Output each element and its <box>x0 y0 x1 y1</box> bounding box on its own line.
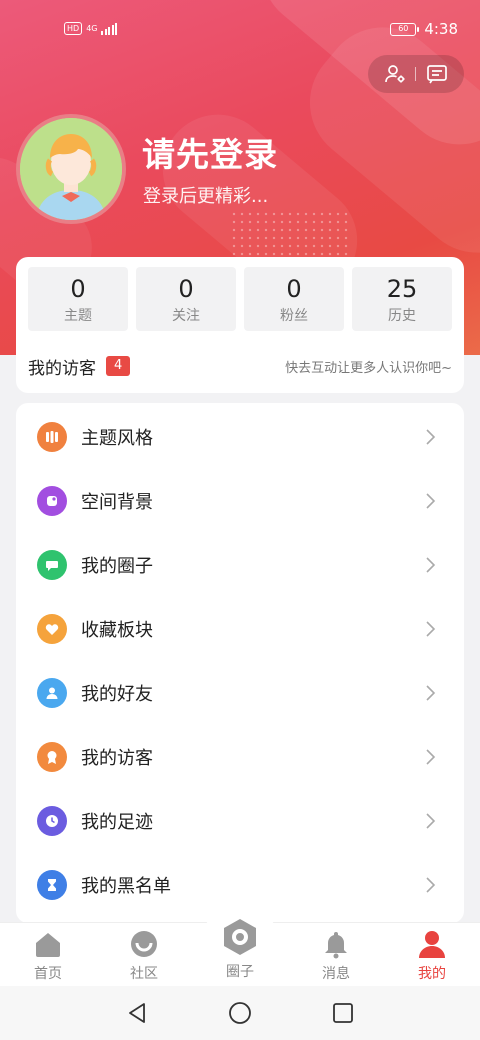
system-navigation-bar <box>0 986 480 1040</box>
login-prompt-subtitle: 登录后更精彩... <box>143 186 269 207</box>
stat-value: 25 <box>386 275 418 303</box>
stat-value: 0 <box>286 275 302 303</box>
community-icon <box>131 931 157 957</box>
menu-item-label: 我的黑名单 <box>81 876 171 897</box>
header-actions <box>368 55 464 93</box>
tab-label: 首页 <box>34 966 62 982</box>
hourglass-icon <box>37 870 67 900</box>
user-settings-icon <box>384 65 405 83</box>
chevron-right-icon <box>426 493 436 509</box>
menu-item-label: 我的圈子 <box>81 556 153 577</box>
home-circle-icon[interactable] <box>227 1000 253 1026</box>
menu-item-label: 我的访客 <box>81 748 153 769</box>
tab-circles[interactable]: 圈子 <box>192 919 288 987</box>
stat-label: 粉丝 <box>280 308 308 324</box>
menu-item-label: 我的足迹 <box>81 812 153 833</box>
stat-label: 主题 <box>64 308 92 324</box>
space-background-icon <box>37 486 67 516</box>
default-avatar-icon <box>20 118 122 220</box>
visitors-hint: 快去互动让更多人认识你吧~ <box>285 360 452 376</box>
chevron-right-icon <box>426 557 436 573</box>
tab-label: 圈子 <box>226 964 254 980</box>
chevron-right-icon <box>426 429 436 445</box>
stat-label: 历史 <box>388 308 416 324</box>
stat-value: 0 <box>70 275 86 303</box>
menu-item-favorites[interactable]: 收藏板块 <box>16 597 464 661</box>
stat-following[interactable]: 0 关注 <box>136 267 236 331</box>
status-bar: HD 4G 60 4:38 <box>0 0 480 60</box>
menu-item-my-circles[interactable]: 我的圈子 <box>16 533 464 597</box>
circle-chat-icon <box>37 550 67 580</box>
messages-button[interactable] <box>424 61 450 87</box>
visitor-badge-icon <box>37 742 67 772</box>
tab-label: 社区 <box>130 966 158 982</box>
chevron-right-icon <box>426 877 436 893</box>
stat-label: 关注 <box>172 308 200 324</box>
profile-icon <box>419 931 445 958</box>
home-icon <box>36 933 60 957</box>
visitors-title: 我的访客 <box>28 358 96 379</box>
menu-item-visitors[interactable]: 我的访客 <box>16 725 464 789</box>
friend-icon <box>37 678 67 708</box>
menu-item-friends[interactable]: 我的好友 <box>16 661 464 725</box>
network-hd-label: HD <box>64 22 83 35</box>
tab-messages[interactable]: 消息 <box>288 923 384 987</box>
avatar[interactable] <box>16 114 126 224</box>
signal-strength-icon <box>101 22 118 35</box>
chevron-right-icon <box>426 685 436 701</box>
stats-card: 0 主题 0 关注 0 粉丝 25 历史 我的访客 4 快去互动让更多人认识你吧… <box>16 257 464 393</box>
tab-label: 我的 <box>418 966 446 982</box>
stat-history[interactable]: 25 历史 <box>352 267 452 331</box>
bottom-tab-bar: 首页 社区 圈子 消息 我的 <box>0 905 480 987</box>
tab-home[interactable]: 首页 <box>0 923 96 987</box>
menu-item-label: 主题风格 <box>81 428 153 449</box>
chevron-right-icon <box>426 621 436 637</box>
tab-label: 消息 <box>322 966 350 982</box>
recents-square-icon[interactable] <box>330 1000 356 1026</box>
chevron-right-icon <box>426 813 436 829</box>
stat-topics[interactable]: 0 主题 <box>28 267 128 331</box>
menu-item-footprints[interactable]: 我的足迹 <box>16 789 464 853</box>
status-time: 4:38 <box>424 20 458 38</box>
theme-style-icon <box>37 422 67 452</box>
signal-type-label: 4G <box>86 24 98 33</box>
clock-icon <box>37 806 67 836</box>
message-icon <box>427 65 447 84</box>
menu-item-label: 收藏板块 <box>81 620 153 641</box>
menu-item-theme-style[interactable]: 主题风格 <box>16 405 464 469</box>
bell-icon <box>325 932 347 959</box>
heart-icon <box>37 614 67 644</box>
tab-me[interactable]: 我的 <box>384 923 480 987</box>
back-icon[interactable] <box>124 1000 150 1026</box>
stat-followers[interactable]: 0 粉丝 <box>244 267 344 331</box>
menu-item-label: 空间背景 <box>81 492 153 513</box>
stat-value: 0 <box>178 275 194 303</box>
login-prompt-title[interactable]: 请先登录 <box>142 128 278 176</box>
account-settings-button[interactable] <box>382 61 408 87</box>
visitors-count-badge: 4 <box>106 356 131 376</box>
chevron-right-icon <box>426 749 436 765</box>
menu-list: 主题风格 空间背景 我的圈子 收藏板块 我的好友 我的访客 我的足迹 我的黑名单 <box>16 403 464 923</box>
menu-item-space-background[interactable]: 空间背景 <box>16 469 464 533</box>
hexagon-icon <box>224 919 256 955</box>
battery-icon: 60 <box>390 22 420 36</box>
menu-item-label: 我的好友 <box>81 684 153 705</box>
tab-community[interactable]: 社区 <box>96 923 192 987</box>
visitors-row[interactable]: 我的访客 4 快去互动让更多人认识你吧~ <box>28 354 452 379</box>
